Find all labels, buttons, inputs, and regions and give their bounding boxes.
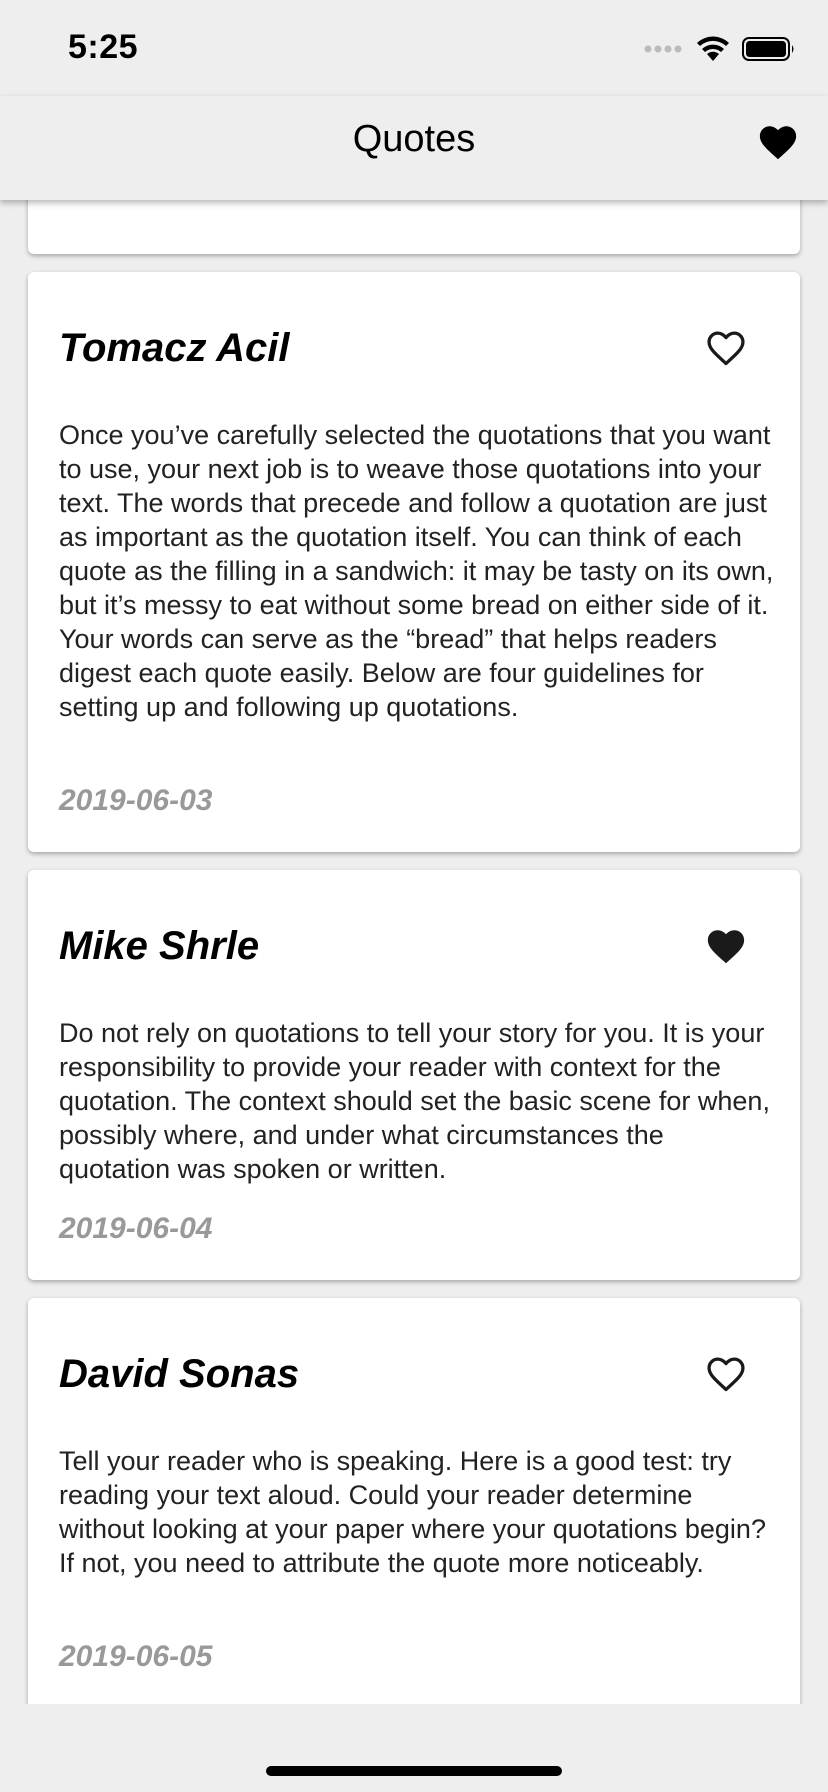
nav-bar: Quotes — [0, 96, 828, 200]
quote-card[interactable]: Tomacz Acil Once you’ve carefully select… — [28, 272, 800, 852]
quote-author: David Sonas — [59, 1352, 300, 1396]
favorite-toggle-button[interactable] — [704, 328, 748, 368]
quote-author: Mike Shrle — [59, 924, 260, 968]
quote-date: 2019-06-05 — [59, 1640, 213, 1673]
quote-text: Do not rely on quotations to tell your s… — [59, 1018, 770, 1184]
heart-filled-icon — [759, 126, 797, 160]
wifi-icon — [697, 36, 729, 61]
quote-text: Tell your reader who is speaking. Here i… — [59, 1446, 766, 1578]
home-indicator-area — [0, 1704, 828, 1792]
favorite-toggle-button[interactable] — [704, 926, 748, 966]
quote-date: 2019-06-04 — [59, 1212, 213, 1245]
home-indicator[interactable] — [266, 1766, 562, 1776]
status-time: 5:25 — [68, 28, 139, 66]
status-icons — [644, 36, 796, 62]
page-title: Quotes — [352, 118, 476, 160]
favorites-button[interactable] — [756, 120, 800, 164]
quote-card[interactable]: Mike Shrle Do not rely on quotations to … — [28, 870, 800, 1280]
signal-icon — [644, 45, 682, 53]
quote-card[interactable]: David Sonas Tell your reader who is spea… — [28, 1298, 800, 1704]
heart-outline-icon — [707, 331, 745, 366]
battery-icon — [742, 37, 794, 61]
heart-filled-icon — [707, 930, 745, 964]
quote-card-partial[interactable] — [28, 200, 800, 254]
quote-author: Tomacz Acil — [59, 326, 290, 370]
quotes-list[interactable]: Tomacz Acil Once you’ve carefully select… — [0, 200, 828, 1704]
status-bar: 5:25 — [0, 0, 828, 96]
quote-date: 2019-06-03 — [59, 784, 213, 817]
favorite-toggle-button[interactable] — [704, 1354, 748, 1394]
quote-text: Once you’ve carefully selected the quota… — [59, 420, 774, 722]
heart-outline-icon — [707, 1357, 745, 1392]
